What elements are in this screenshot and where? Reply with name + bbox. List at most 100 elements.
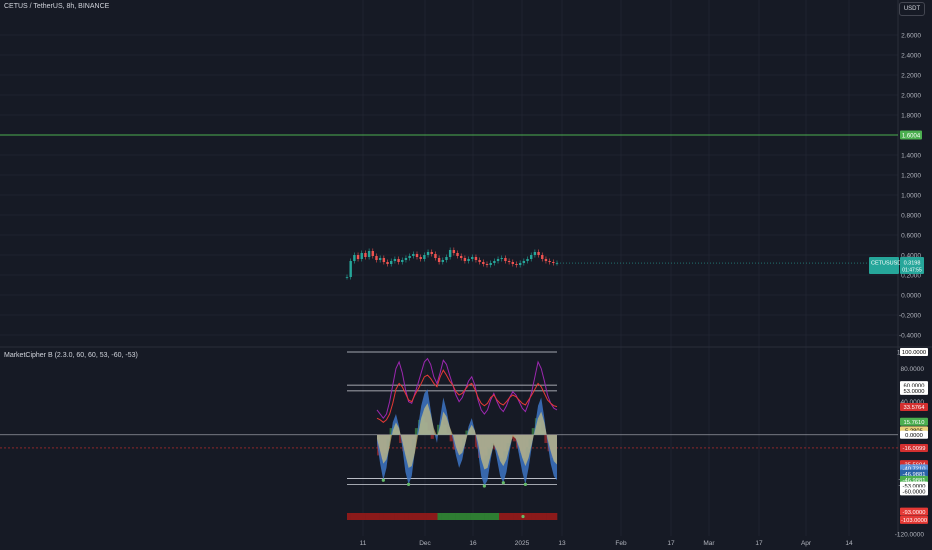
candle-body [511, 262, 514, 264]
signal-bar-segment [347, 513, 351, 520]
buy-signal-dot [523, 482, 528, 486]
x-tick-label: 16 [469, 540, 477, 547]
mfi-bar [430, 434, 434, 439]
candle-body [393, 259, 397, 261]
y-tick-label: -0.2000 [899, 313, 921, 320]
indicator-value-label: 53.0000 [904, 389, 925, 395]
y-tick-label: -0.4000 [899, 333, 921, 340]
signal-bar-segment [433, 513, 438, 520]
candle-body [404, 258, 408, 260]
signal-bar-segment [379, 513, 384, 520]
x-tick-label: 13 [558, 540, 566, 547]
y-tick-label: 0.8000 [901, 213, 921, 220]
indicator-y-tick-label: -120.0000 [895, 532, 925, 539]
candle-body [526, 259, 529, 261]
signal-bar-segment [437, 513, 442, 520]
candle-body [504, 258, 507, 261]
candle-body [533, 252, 537, 255]
candle-body [345, 277, 349, 278]
signal-bar-segment [452, 513, 456, 520]
indicator-value-label: 15.7610 [904, 420, 925, 426]
signal-bar-segment [549, 513, 554, 520]
signal-bar-segment [448, 513, 453, 520]
candle-body [419, 257, 422, 259]
candle-body [378, 258, 382, 260]
y-tick-label: 1.8000 [901, 113, 921, 120]
candle-body [434, 254, 437, 258]
y-tick-label: 2.6000 [901, 33, 921, 40]
candle-body [364, 253, 367, 257]
x-tick-label: Apr [801, 540, 812, 547]
signal-bar-segment [365, 513, 370, 520]
y-tick-label: 2.4000 [901, 53, 921, 60]
buy-signal-dot [381, 478, 385, 482]
x-tick-label: 14 [845, 540, 853, 547]
candle-body [382, 258, 386, 262]
currency-selector[interactable]: USDT [899, 2, 925, 16]
candle-body [537, 252, 540, 255]
signal-bar-segment [502, 513, 507, 520]
candle-body [430, 252, 433, 254]
signal-bar-segment [386, 513, 391, 520]
chart-canvas[interactable]: 11 Dec 16 2025 13 Feb 17 Mar 17 Apr 14 2.6000 2.4000… [0, 0, 932, 550]
signal-bar-segment [430, 513, 435, 520]
x-tick-label: 11 [360, 540, 367, 547]
signal-bar-segment [484, 513, 489, 520]
signal-bar-segment [535, 513, 540, 520]
indicator-value-label: -93.0000 [903, 510, 926, 516]
last-price-label: 0.3198 [904, 261, 921, 267]
signal-bar-segment [553, 513, 558, 520]
candle-body [500, 258, 503, 259]
candle-body [493, 261, 496, 263]
signal-bar-segment [495, 513, 500, 520]
signal-bar-segment [423, 513, 427, 520]
signal-bar-segment [401, 513, 406, 520]
candle-body [485, 264, 489, 265]
y-tick-label: 2.0000 [901, 93, 921, 100]
candle-body [401, 260, 404, 262]
signal-bar-segment [394, 513, 398, 520]
signal-bar-segment [368, 513, 373, 520]
candle-body [349, 261, 352, 277]
signal-bar-segment [466, 513, 471, 520]
signal-bar-segment [354, 513, 359, 520]
indicator-value-label: -60.0000 [903, 490, 926, 496]
candle-body [371, 251, 374, 256]
signal-bar-segment [426, 513, 431, 520]
signal-bar-segment [506, 513, 511, 520]
x-tick-label: 17 [667, 540, 675, 547]
signal-bar-segment [444, 513, 449, 520]
candle-body [426, 252, 430, 255]
candle-body [386, 262, 389, 264]
candle-body [530, 255, 533, 259]
candle-body [474, 257, 478, 260]
signal-bar-segment [397, 513, 402, 520]
indicator-title: MarketCipher B (2.3.0, 60, 60, 53, -60, … [4, 352, 138, 359]
y-tick-label: 1.2000 [901, 173, 921, 180]
signal-bar-segment [491, 513, 496, 520]
signal-bar-segment [361, 513, 366, 520]
signal-bar-segment [372, 513, 377, 520]
buy-signal-dot [482, 484, 486, 488]
candle-body [367, 251, 371, 257]
y-tick-label: 0.6000 [901, 233, 921, 240]
y-tick-label: 0.0000 [901, 293, 921, 300]
candle-body [467, 259, 470, 261]
signal-bar-segment [419, 513, 424, 520]
indicator-value-label: -103.0000 [901, 518, 927, 524]
candle-body [460, 256, 463, 258]
candle-body [360, 253, 363, 259]
candle-body [507, 261, 511, 262]
y-tick-label: 1.4000 [901, 153, 921, 160]
candle-body [452, 250, 456, 253]
candle-body [548, 261, 551, 262]
indicator-value-label: -16.0099 [903, 446, 926, 452]
signal-bar-segment [412, 513, 417, 520]
signal-bar-segment [524, 513, 529, 520]
signal-bar-segment [350, 513, 355, 520]
candle-body [496, 259, 500, 261]
y-tick-label: 1.0000 [901, 193, 921, 200]
countdown-label: 01:47:55 [902, 268, 922, 274]
candle-body [353, 255, 356, 261]
signal-bar-segment [517, 513, 522, 520]
